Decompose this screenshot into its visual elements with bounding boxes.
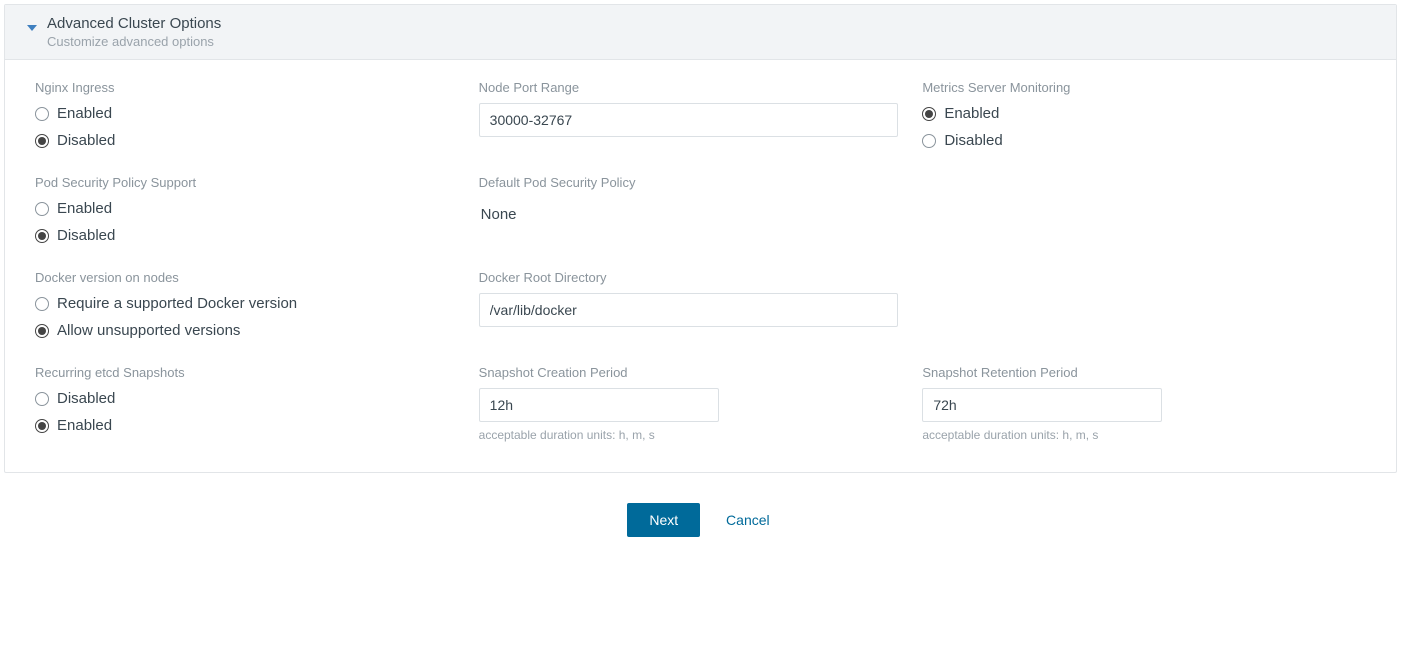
node-port-range-label: Node Port Range [479, 80, 899, 95]
radio-icon [35, 229, 49, 243]
radio-label: Disabled [57, 132, 115, 149]
docker-root-input[interactable] [479, 293, 899, 327]
radio-label: Enabled [57, 417, 112, 434]
snapshot-creation-hint: acceptable duration units: h, m, s [479, 428, 899, 442]
docker-version-allow-radio[interactable]: Allow unsupported versions [35, 322, 455, 339]
snapshot-retention-hint: acceptable duration units: h, m, s [922, 428, 1342, 442]
radio-icon [35, 107, 49, 121]
radio-icon [35, 419, 49, 433]
radio-icon [922, 107, 936, 121]
chevron-down-icon [27, 25, 37, 31]
radio-label: Disabled [57, 227, 115, 244]
radio-icon [35, 297, 49, 311]
next-button[interactable]: Next [627, 503, 700, 537]
default-psp-label: Default Pod Security Policy [479, 175, 899, 190]
panel-body: Nginx Ingress Enabled Disabled Node Port… [5, 60, 1396, 472]
pod-security-disabled-radio[interactable]: Disabled [35, 227, 455, 244]
radio-icon [35, 134, 49, 148]
cancel-button[interactable]: Cancel [722, 503, 774, 537]
radio-label: Disabled [57, 390, 115, 407]
radio-icon [35, 324, 49, 338]
docker-version-label: Docker version on nodes [35, 270, 455, 285]
radio-icon [35, 202, 49, 216]
node-port-range-input[interactable] [479, 103, 899, 137]
etcd-snapshots-enabled-radio[interactable]: Enabled [35, 417, 455, 434]
radio-icon [35, 392, 49, 406]
etcd-snapshots-label: Recurring etcd Snapshots [35, 365, 455, 380]
default-psp-value: None [479, 198, 899, 231]
nginx-ingress-disabled-radio[interactable]: Disabled [35, 132, 455, 149]
panel-header[interactable]: Advanced Cluster Options Customize advan… [5, 5, 1396, 60]
docker-root-label: Docker Root Directory [479, 270, 899, 285]
snapshot-creation-input[interactable] [479, 388, 719, 422]
radio-label: Enabled [944, 105, 999, 122]
footer: Next Cancel [4, 473, 1397, 547]
nginx-ingress-enabled-radio[interactable]: Enabled [35, 105, 455, 122]
metrics-server-label: Metrics Server Monitoring [922, 80, 1342, 95]
etcd-snapshots-disabled-radio[interactable]: Disabled [35, 390, 455, 407]
radio-label: Require a supported Docker version [57, 295, 297, 312]
panel-subtitle: Customize advanced options [47, 34, 1378, 49]
radio-icon [922, 134, 936, 148]
advanced-cluster-options-panel: Advanced Cluster Options Customize advan… [4, 4, 1397, 473]
radio-label: Disabled [944, 132, 1002, 149]
radio-label: Allow unsupported versions [57, 322, 240, 339]
docker-version-require-radio[interactable]: Require a supported Docker version [35, 295, 455, 312]
pod-security-label: Pod Security Policy Support [35, 175, 455, 190]
snapshot-creation-label: Snapshot Creation Period [479, 365, 899, 380]
nginx-ingress-label: Nginx Ingress [35, 80, 455, 95]
snapshot-retention-label: Snapshot Retention Period [922, 365, 1342, 380]
metrics-server-disabled-radio[interactable]: Disabled [922, 132, 1342, 149]
snapshot-retention-input[interactable] [922, 388, 1162, 422]
radio-label: Enabled [57, 200, 112, 217]
panel-title: Advanced Cluster Options [47, 15, 1378, 32]
radio-label: Enabled [57, 105, 112, 122]
metrics-server-enabled-radio[interactable]: Enabled [922, 105, 1342, 122]
pod-security-enabled-radio[interactable]: Enabled [35, 200, 455, 217]
